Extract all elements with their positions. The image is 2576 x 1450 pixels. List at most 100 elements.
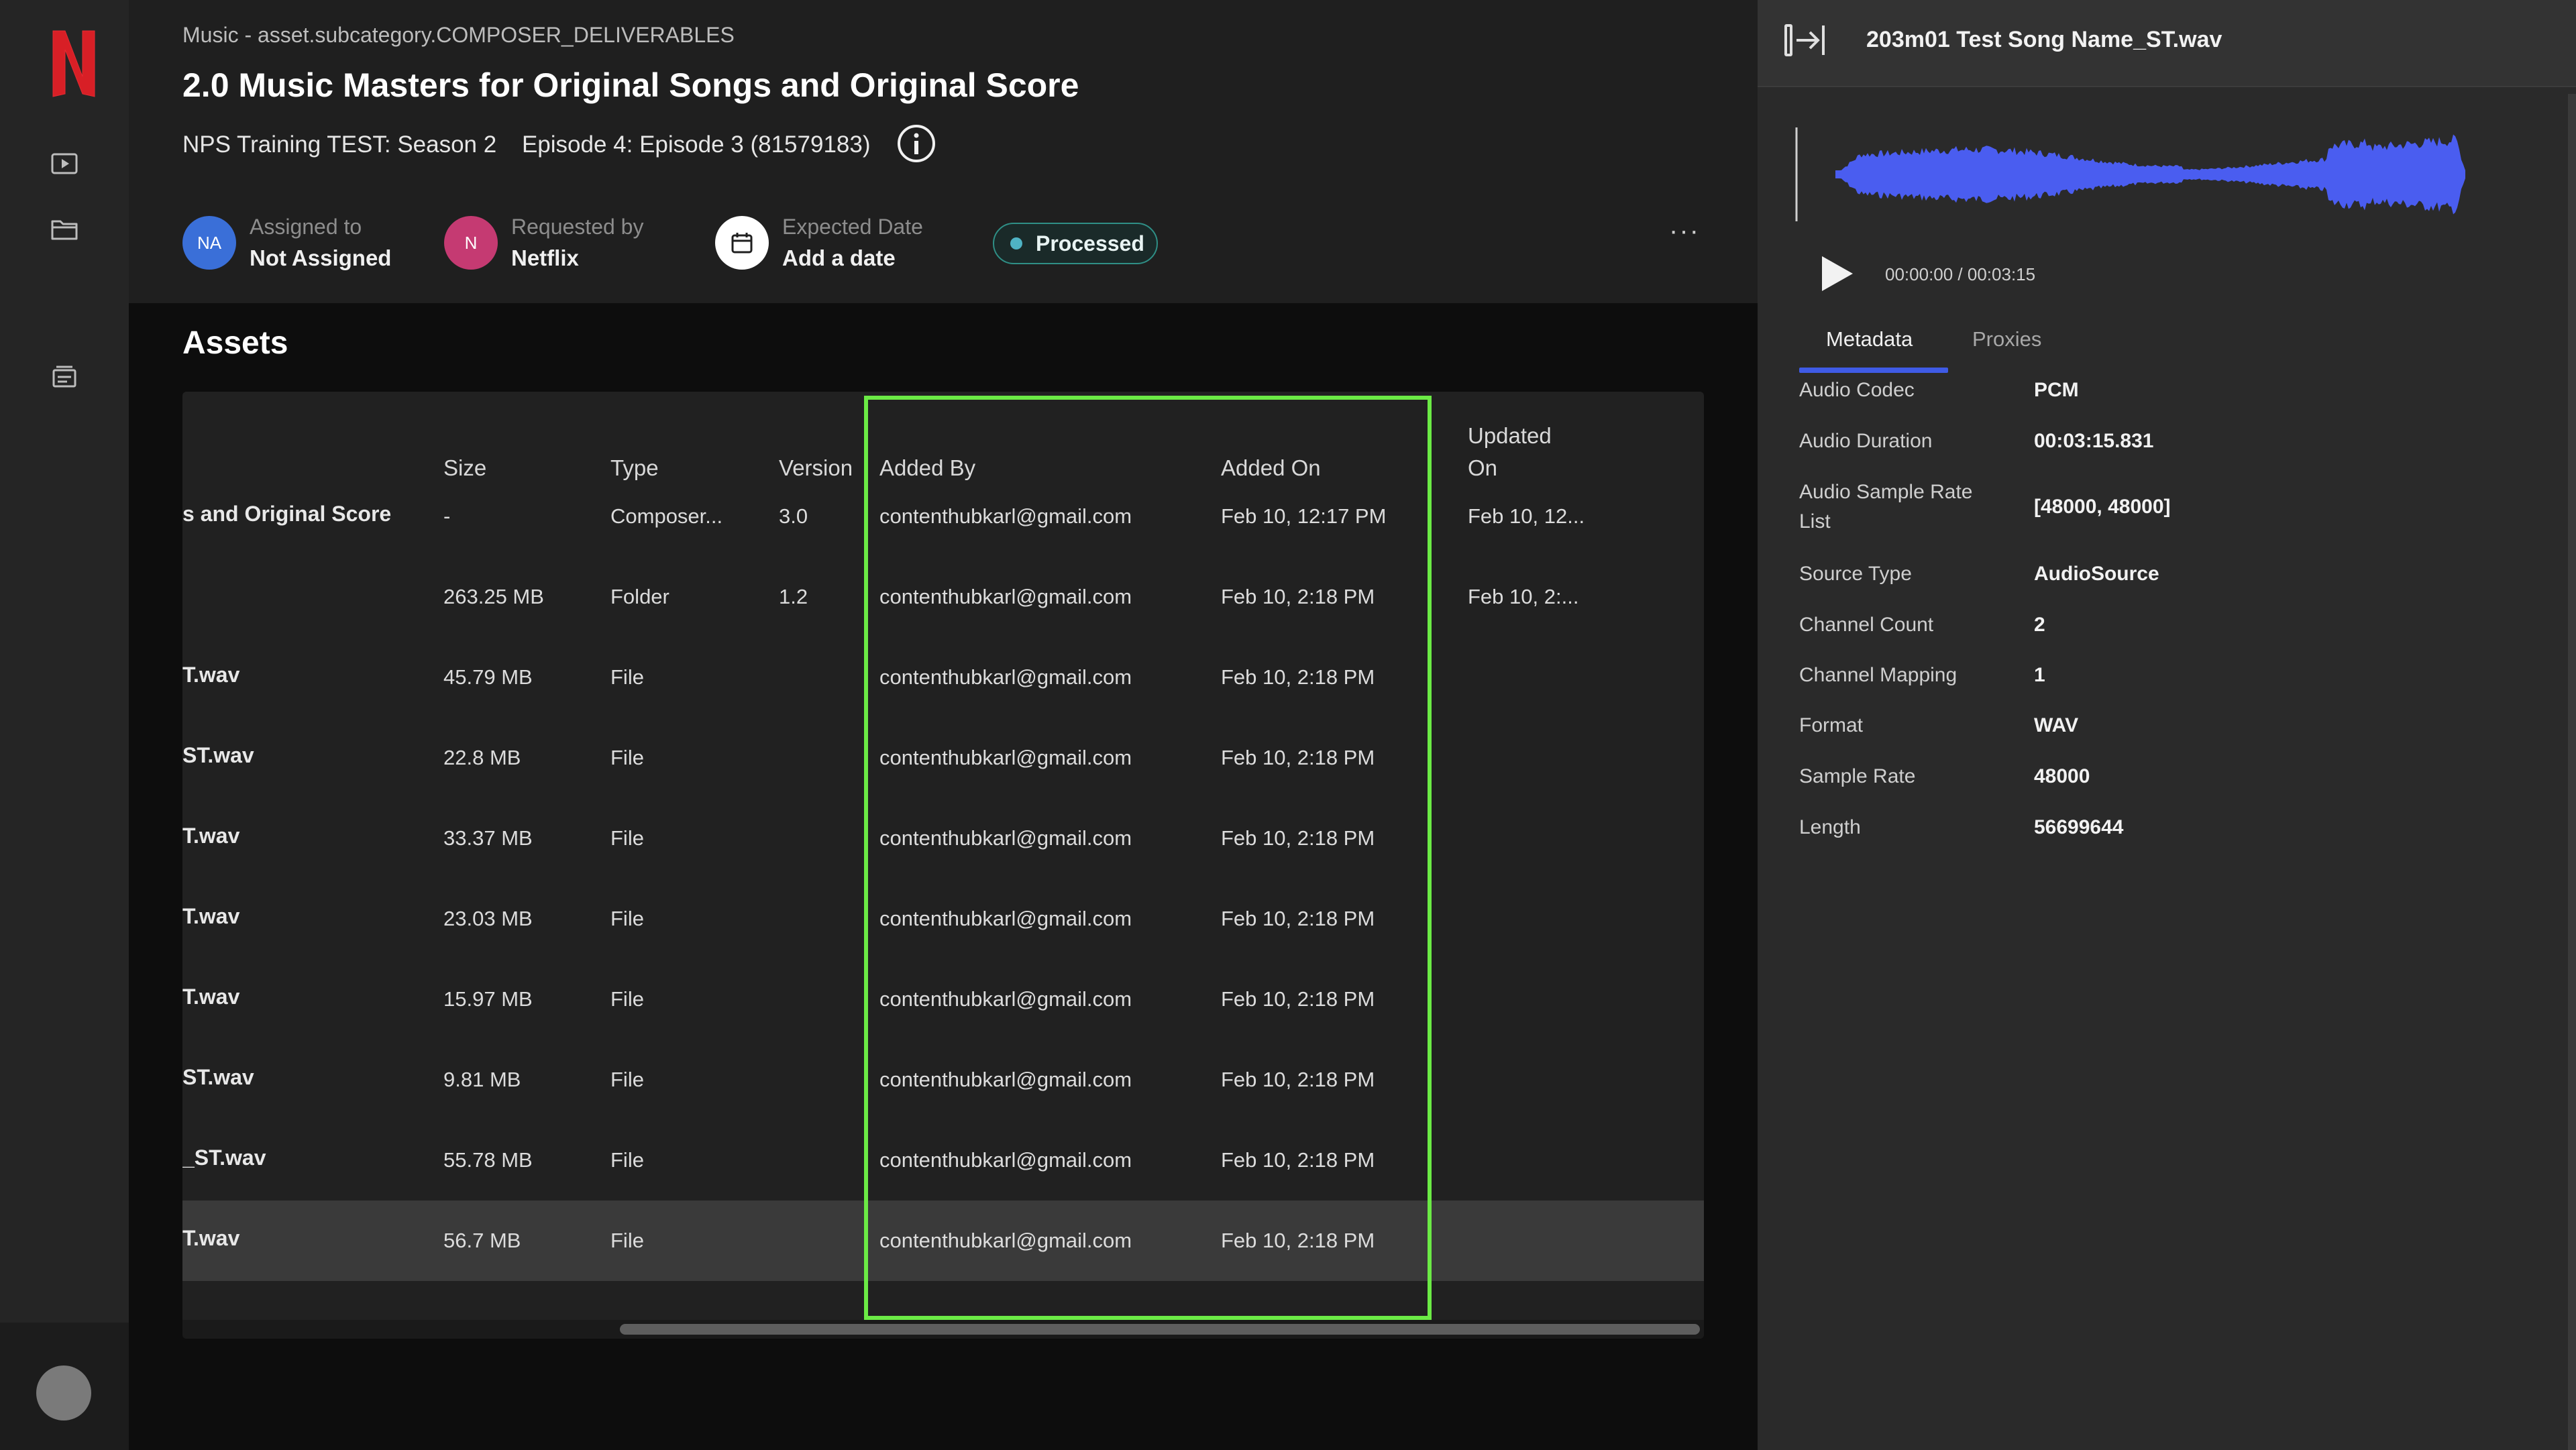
assigned-label: Assigned to: [250, 215, 362, 239]
breadcrumb[interactable]: Music - asset.subcategory.COMPOSER_DELIV…: [182, 23, 735, 48]
tab-metadata[interactable]: Metadata: [1826, 327, 1913, 351]
asset-added-on: Feb 10, 2:18 PM: [1221, 1229, 1375, 1252]
horizontal-scrollbar-thumb[interactable]: [620, 1324, 1700, 1335]
metadata-value: 00:03:15.831: [2034, 430, 2154, 452]
metadata-label: Audio Duration: [1799, 430, 1933, 452]
expected-date[interactable]: Expected Date Add a date: [715, 213, 970, 274]
inbox-icon[interactable]: [48, 361, 80, 393]
metadata-value: [48000, 48000]: [2034, 496, 2171, 518]
asset-added-on: Feb 10, 2:18 PM: [1221, 585, 1375, 608]
table-row[interactable]: T.wav 45.79 MB File contenthubkarl@gmail.co…: [182, 637, 1704, 718]
asset-added-by: contenthubkarl@gmail.com: [879, 1148, 1132, 1172]
assigned-value: Not Assigned: [250, 245, 392, 270]
asset-name: ST.wav: [182, 743, 254, 767]
request-header: Music - asset.subcategory.COMPOSER_DELIV…: [129, 0, 1758, 303]
asset-size: 22.8 MB: [443, 746, 521, 769]
asset-name: _ST.wav: [182, 1146, 266, 1170]
metadata-label: Length: [1799, 816, 1861, 838]
asset-added-by: contenthubkarl@gmail.com: [879, 907, 1132, 930]
table-row[interactable]: _ST.wav 55.78 MB File contenthubkarl@gmail.…: [182, 1120, 1704, 1201]
asset-added-on: Feb 10, 12:17 PM: [1221, 504, 1387, 528]
metadata-value: 56699644: [2034, 816, 2124, 838]
asset-added-on: Feb 10, 2:18 PM: [1221, 1068, 1375, 1091]
more-options-button[interactable]: ···: [1669, 216, 1700, 246]
video-icon[interactable]: [48, 148, 80, 180]
asset-type: File: [610, 1148, 644, 1172]
play-icon[interactable]: [1818, 254, 1856, 294]
status-badge: Processed: [993, 223, 1158, 264]
asset-name: ST.wav: [182, 1065, 254, 1089]
assets-heading: Assets: [182, 325, 288, 361]
episode-name[interactable]: Episode 4: Episode 3 (81579183): [522, 131, 871, 158]
netflix-logo-icon[interactable]: [49, 30, 99, 98]
asset-updated-on: Feb 10, 12...: [1468, 504, 1585, 528]
panel-header: 203m01 Test Song Name_ST.wav: [1758, 0, 2576, 87]
metadata-value: PCM: [2034, 379, 2079, 401]
status-text: Processed: [1036, 231, 1144, 256]
expected-label: Expected Date: [782, 215, 923, 239]
active-tab-indicator: [1799, 368, 1948, 373]
asset-version: 3.0: [779, 504, 808, 528]
tab-proxies[interactable]: Proxies: [1972, 327, 2041, 351]
table-row[interactable]: T.wav 23.03 MB File contenthubkarl@gmail.co…: [182, 879, 1704, 959]
asset-name: T.wav: [182, 985, 240, 1009]
asset-type: File: [610, 907, 644, 930]
asset-type: File: [610, 1068, 644, 1091]
table-row[interactable]: s and Original Score - Composer... 3.0 conte…: [182, 476, 1704, 557]
requested-value: Netflix: [511, 245, 579, 270]
table-row[interactable]: T.wav 15.97 MB File contenthubkarl@gmail.co…: [182, 959, 1704, 1040]
table-row[interactable]: ST.wav 9.81 MB File contenthubkarl@gmail.co…: [182, 1040, 1704, 1120]
metadata-label-line2: List: [1799, 510, 1831, 533]
add-date-link[interactable]: Add a date: [782, 245, 896, 271]
asset-added-by: contenthubkarl@gmail.com: [879, 826, 1132, 850]
asset-size: 45.79 MB: [443, 665, 533, 689]
asset-type: File: [610, 987, 644, 1011]
left-rail: [0, 0, 129, 1450]
metadata-label: Format: [1799, 714, 1864, 736]
assigned-to[interactable]: NA Assigned to Not Assigned: [182, 213, 424, 274]
asset-type: Composer...: [610, 504, 723, 528]
asset-size: -: [443, 504, 451, 528]
metadata-value: 48000: [2034, 765, 2090, 787]
asset-size: 33.37 MB: [443, 826, 533, 850]
asset-type: File: [610, 665, 644, 689]
asset-size: 23.03 MB: [443, 907, 533, 930]
audio-waveform[interactable]: [1795, 121, 2473, 228]
asset-type: File: [610, 826, 644, 850]
requested-label: Requested by: [511, 215, 644, 239]
asset-added-on: Feb 10, 2:18 PM: [1221, 746, 1375, 769]
collapse-panel-icon[interactable]: [1783, 20, 1827, 60]
folder-icon[interactable]: [48, 213, 80, 245]
table-row[interactable]: T.wav 33.37 MB File contenthubkarl@gmail.co…: [182, 798, 1704, 879]
requester-avatar: N: [444, 216, 498, 270]
metadata-label: Sample Rate: [1799, 765, 1916, 787]
info-icon[interactable]: [895, 122, 938, 165]
asset-added-by: contenthubkarl@gmail.com: [879, 1068, 1132, 1091]
asset-added-by: contenthubkarl@gmail.com: [879, 1229, 1132, 1252]
asset-added-by: contenthubkarl@gmail.com: [879, 746, 1132, 769]
metadata-value: AudioSource: [2034, 563, 2159, 585]
playback-time: 00:00:00 / 00:03:15: [1885, 264, 2036, 284]
table-row[interactable]: ST.wav 22.8 MB File contenthubkarl@gmail.co…: [182, 718, 1704, 798]
asset-size: 9.81 MB: [443, 1068, 521, 1091]
user-avatar[interactable]: [36, 1365, 91, 1420]
asset-added-on: Feb 10, 2:18 PM: [1221, 907, 1375, 930]
page-title: 2.0 Music Masters for Original Songs and…: [182, 66, 1079, 104]
table-row[interactable]: T.wav 56.7 MB File contenthubkarl@gmail.com…: [182, 1201, 1704, 1281]
show-name[interactable]: NPS Training TEST: Season 2: [182, 131, 496, 158]
asset-added-on: Feb 10, 2:18 PM: [1221, 1148, 1375, 1172]
panel-scrollbar[interactable]: [2568, 94, 2576, 1450]
calendar-icon: [731, 233, 753, 254]
asset-type: File: [610, 746, 644, 769]
asset-added-by: contenthubkarl@gmail.com: [879, 585, 1132, 608]
col-header-updated-on[interactable]: Updated: [1468, 420, 1552, 452]
calendar-badge: [715, 216, 769, 270]
asset-added-on: Feb 10, 2:18 PM: [1221, 987, 1375, 1011]
table-row[interactable]: 263.25 MB Folder 1.2 contenthubkarl@gmail.c…: [182, 557, 1704, 637]
asset-added-on: Feb 10, 2:18 PM: [1221, 665, 1375, 689]
asset-added-by: contenthubkarl@gmail.com: [879, 504, 1132, 528]
asset-added-by: contenthubkarl@gmail.com: [879, 665, 1132, 689]
metadata-value: 1: [2034, 664, 2045, 686]
metadata-label: Audio Codec: [1799, 379, 1915, 401]
metadata-label: Channel Mapping: [1799, 664, 1957, 686]
